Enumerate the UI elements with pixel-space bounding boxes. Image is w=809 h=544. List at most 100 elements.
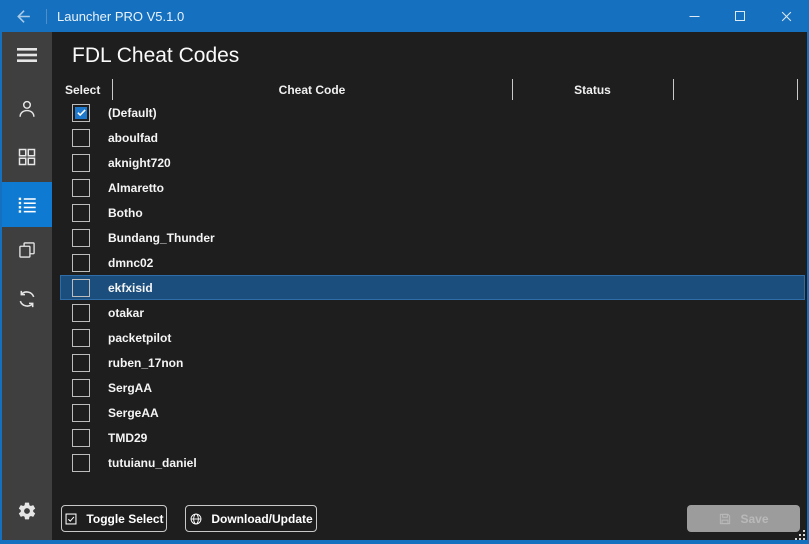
table-row[interactable]: (Default) bbox=[60, 100, 805, 125]
row-checkbox[interactable] bbox=[72, 404, 90, 422]
checkbox-fill bbox=[75, 207, 87, 219]
row-checkbox[interactable] bbox=[72, 429, 90, 447]
cheat-code-label: aboulfad bbox=[108, 131, 158, 145]
checkbox-fill bbox=[75, 282, 87, 294]
titlebar-divider bbox=[46, 9, 47, 24]
main-content: FDL Cheat Codes Select Cheat Code Status… bbox=[52, 32, 807, 540]
table-row[interactable]: ekfxisid bbox=[60, 275, 805, 300]
table-body: (Default) aboulfad aknight720 Almaretto Both… bbox=[60, 100, 805, 475]
maximize-icon bbox=[734, 10, 746, 22]
table-row[interactable]: tutuianu_daniel bbox=[60, 450, 805, 475]
page-title: FDL Cheat Codes bbox=[72, 44, 239, 68]
table-row[interactable]: Bundang_Thunder bbox=[60, 225, 805, 250]
row-checkbox[interactable] bbox=[72, 254, 90, 272]
save-button[interactable]: Save bbox=[687, 505, 800, 532]
cheat-code-label: Almaretto bbox=[108, 181, 164, 195]
row-checkbox[interactable] bbox=[72, 329, 90, 347]
back-arrow-icon bbox=[14, 7, 33, 26]
close-icon bbox=[779, 9, 794, 24]
download-update-label: Download/Update bbox=[211, 512, 312, 526]
refresh-icon bbox=[16, 288, 38, 310]
table-row[interactable]: TMD29 bbox=[60, 425, 805, 450]
checkbox-fill bbox=[75, 332, 87, 344]
save-label: Save bbox=[740, 512, 768, 526]
column-separator bbox=[797, 79, 798, 100]
checkbox-fill bbox=[75, 157, 87, 169]
checkbox-fill bbox=[75, 432, 87, 444]
sidebar-item-cheat-codes[interactable] bbox=[2, 182, 52, 227]
hamburger-icon bbox=[15, 43, 39, 67]
table-row[interactable]: otakar bbox=[60, 300, 805, 325]
toggle-select-button[interactable]: Toggle Select bbox=[61, 505, 167, 532]
maximize-button[interactable] bbox=[717, 0, 763, 32]
titlebar: Launcher PRO V5.1.0 bbox=[0, 0, 809, 32]
column-separator bbox=[673, 79, 674, 100]
table-row[interactable]: packetpilot bbox=[60, 325, 805, 350]
sidebar-item-settings[interactable] bbox=[2, 496, 52, 526]
checkbox-fill bbox=[75, 307, 87, 319]
column-header-status: Status bbox=[512, 83, 673, 97]
checkbox-fill bbox=[75, 407, 87, 419]
checkbox-fill bbox=[75, 382, 87, 394]
toggle-select-label: Toggle Select bbox=[86, 512, 163, 526]
table-row[interactable]: Botho bbox=[60, 200, 805, 225]
close-button[interactable] bbox=[763, 0, 809, 32]
back-button[interactable] bbox=[0, 0, 46, 32]
row-checkbox[interactable] bbox=[72, 154, 90, 172]
column-header-cheat-code: Cheat Code bbox=[112, 83, 512, 97]
checkbox-fill bbox=[75, 457, 87, 469]
row-checkbox[interactable] bbox=[72, 304, 90, 322]
cheat-code-label: ruben_17non bbox=[108, 356, 183, 370]
table-row[interactable]: dmnc02 bbox=[60, 250, 805, 275]
gear-icon bbox=[17, 501, 37, 521]
table-row[interactable]: ruben_17non bbox=[60, 350, 805, 375]
cheat-code-label: tutuianu_daniel bbox=[108, 456, 197, 470]
table-row[interactable]: SergAA bbox=[60, 375, 805, 400]
download-update-button[interactable]: Download/Update bbox=[185, 505, 317, 532]
checkbox-fill bbox=[75, 132, 87, 144]
cheat-code-label: Bundang_Thunder bbox=[108, 231, 215, 245]
cheat-code-label: packetpilot bbox=[108, 331, 171, 345]
table-row[interactable]: SergeAA bbox=[60, 400, 805, 425]
sidebar-item-profile[interactable] bbox=[2, 94, 52, 124]
window-title: Launcher PRO V5.1.0 bbox=[57, 9, 184, 24]
row-checkbox[interactable] bbox=[72, 354, 90, 372]
row-checkbox[interactable] bbox=[72, 204, 90, 222]
row-checkbox[interactable] bbox=[72, 379, 90, 397]
sidebar-item-collection[interactable] bbox=[2, 235, 52, 265]
cheat-code-label: dmnc02 bbox=[108, 256, 153, 270]
table-row[interactable]: Almaretto bbox=[60, 175, 805, 200]
resize-grip[interactable] bbox=[794, 528, 806, 540]
cheat-code-label: SergAA bbox=[108, 381, 152, 395]
cheat-code-label: aknight720 bbox=[108, 156, 171, 170]
row-checkbox[interactable] bbox=[72, 104, 90, 122]
copy-icon bbox=[17, 240, 37, 260]
sidebar-item-apps[interactable] bbox=[2, 142, 52, 172]
cheat-code-label: SergeAA bbox=[108, 406, 159, 420]
checkbox-icon bbox=[64, 512, 78, 526]
row-checkbox[interactable] bbox=[72, 279, 90, 297]
app-window: Launcher PRO V5.1.0 FDL bbox=[0, 0, 809, 544]
row-checkbox[interactable] bbox=[72, 129, 90, 147]
checkbox-fill bbox=[75, 357, 87, 369]
checkbox-fill bbox=[75, 257, 87, 269]
detail-list-icon bbox=[16, 194, 38, 216]
sidebar-item-menu[interactable] bbox=[2, 40, 52, 70]
row-checkbox[interactable] bbox=[72, 179, 90, 197]
globe-icon bbox=[189, 512, 203, 526]
cheat-code-label: TMD29 bbox=[108, 431, 147, 445]
row-checkbox[interactable] bbox=[72, 454, 90, 472]
table-row[interactable]: aknight720 bbox=[60, 150, 805, 175]
checkbox-fill bbox=[75, 182, 87, 194]
sidebar-item-refresh[interactable] bbox=[2, 284, 52, 314]
sidebar bbox=[2, 32, 52, 540]
minimize-button[interactable] bbox=[671, 0, 717, 32]
person-icon bbox=[16, 98, 38, 120]
minimize-icon bbox=[687, 9, 702, 24]
column-header-select: Select bbox=[65, 83, 100, 97]
row-checkbox[interactable] bbox=[72, 229, 90, 247]
cheat-code-label: otakar bbox=[108, 306, 144, 320]
app-frame: FDL Cheat Codes Select Cheat Code Status… bbox=[0, 32, 809, 544]
cheat-code-label: (Default) bbox=[108, 106, 157, 120]
table-row[interactable]: aboulfad bbox=[60, 125, 805, 150]
